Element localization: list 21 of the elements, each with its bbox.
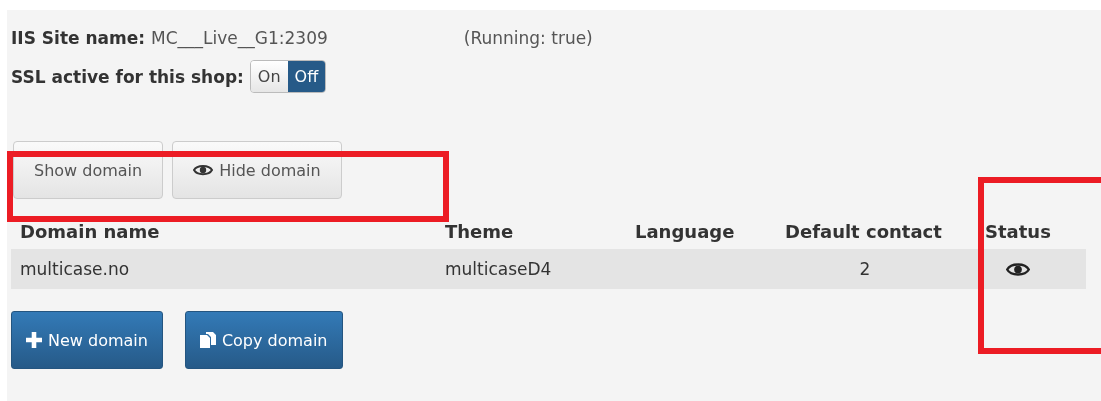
ssl-label: SSL active for this shop: [11, 66, 244, 87]
domain-visibility-button[interactable]: Hide domain [172, 141, 342, 199]
column-header: Domain name [20, 220, 161, 242]
plus-icon [26, 332, 42, 348]
ssl-toggle-option[interactable]: Off [287, 61, 326, 92]
domain-cell-text: multicase.no [20, 259, 131, 279]
action-button[interactable]: Copy domain [184, 311, 343, 369]
action-button[interactable]: New domain [11, 311, 163, 369]
column-header: Status [985, 220, 1052, 242]
column-header: Default contact [785, 220, 943, 242]
theme-cell-text: multicaseD4 [445, 259, 553, 279]
running-status: (Running: true) [463, 28, 593, 48]
column-header: Language [635, 220, 736, 242]
copy-icon [199, 332, 216, 348]
domain-visibility-button[interactable]: Show domain [13, 141, 164, 199]
site-name-value: MC___Live__G1:2309 [151, 28, 328, 48]
eye-icon [193, 163, 214, 177]
column-header: Theme [445, 220, 515, 242]
ssl-toggle-option[interactable]: On [250, 61, 288, 92]
default-contact-cell-text: 2 [858, 259, 872, 279]
site-name-label: IIS Site name: [11, 28, 146, 48]
